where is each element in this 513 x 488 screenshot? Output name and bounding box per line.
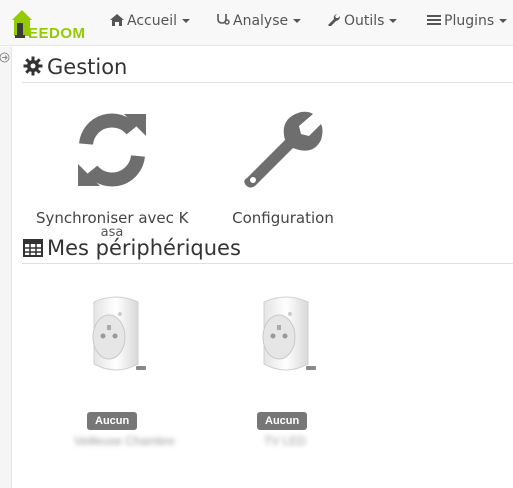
nav-analyse-label: Analyse bbox=[233, 13, 289, 29]
gestion-divider bbox=[22, 82, 513, 83]
devices-title: Mes périphériques bbox=[23, 236, 241, 260]
device-name[interactable]: Veilleuse Chambre bbox=[74, 434, 175, 448]
nav-plugins-label: Plugins bbox=[444, 13, 495, 29]
chevron-down-icon bbox=[182, 19, 190, 23]
device-card[interactable] bbox=[76, 292, 156, 387]
devices-divider bbox=[22, 263, 513, 264]
list-icon bbox=[427, 15, 441, 25]
smart-plug-image bbox=[92, 296, 146, 371]
nav-outils[interactable]: Outils bbox=[327, 13, 398, 29]
nav-plugins[interactable]: Plugins bbox=[427, 13, 508, 29]
smart-plug-image bbox=[262, 296, 316, 371]
configuration-card[interactable]: Configuration bbox=[228, 108, 338, 227]
nav-outils-label: Outils bbox=[344, 13, 385, 29]
device-name[interactable]: TV LED bbox=[264, 434, 306, 448]
left-sidebar bbox=[0, 47, 12, 488]
sidebar-toggle-icon[interactable] bbox=[0, 52, 10, 63]
gestion-title: Gestion bbox=[23, 55, 127, 79]
stethoscope-icon bbox=[217, 14, 230, 25]
top-navbar: EEDOM Accueil Analyse Outils Plugins bbox=[0, 0, 513, 46]
table-icon bbox=[23, 239, 43, 257]
wrench-icon bbox=[328, 14, 340, 26]
jeedom-logo[interactable]: EEDOM bbox=[10, 6, 86, 42]
device-status-badge: Aucun bbox=[257, 412, 308, 430]
nav-analyse[interactable]: Analyse bbox=[216, 13, 302, 29]
configuration-card-label: Configuration bbox=[232, 209, 334, 227]
device-status-badge: Aucun bbox=[87, 412, 138, 430]
device-card[interactable] bbox=[246, 292, 326, 387]
gestion-title-text: Gestion bbox=[47, 55, 128, 79]
nav-accueil-label: Accueil bbox=[127, 13, 177, 29]
devices-title-text: Mes périphériques bbox=[47, 236, 241, 260]
chevron-down-icon bbox=[499, 19, 508, 23]
sync-card[interactable]: Synchroniser avec K asa bbox=[36, 108, 188, 240]
chevron-down-icon bbox=[293, 19, 302, 23]
chevron-down-icon bbox=[389, 19, 398, 23]
wrench-icon bbox=[244, 111, 323, 188]
cog-icon bbox=[23, 56, 43, 76]
nav-accueil[interactable]: Accueil bbox=[110, 13, 190, 29]
logo-text: EEDOM bbox=[28, 25, 86, 42]
home-icon bbox=[110, 14, 124, 26]
sync-icon bbox=[78, 113, 146, 187]
